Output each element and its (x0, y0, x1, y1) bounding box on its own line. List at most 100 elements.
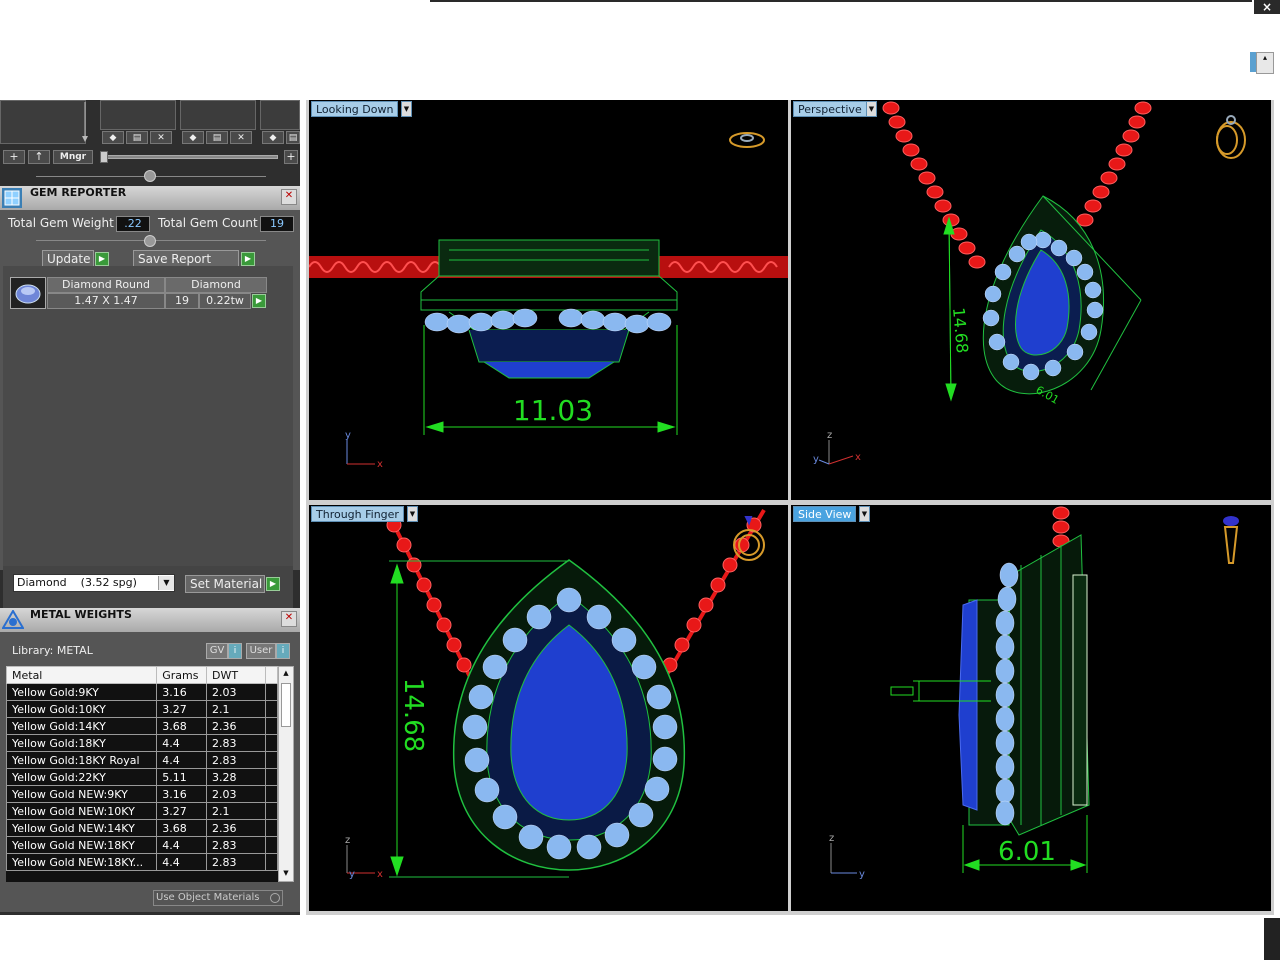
ring-preview-icon[interactable] (729, 132, 765, 148)
ring-preview-icon[interactable] (1216, 115, 1246, 159)
manager-button[interactable]: Mngr (53, 150, 93, 164)
axis-label-y: y (859, 869, 865, 880)
metal-cell: Yellow Gold:22KY (6, 768, 158, 786)
gem-list-background (3, 266, 293, 566)
slot-diamond-button[interactable]: ◆ (102, 131, 124, 144)
scroll-up-icon[interactable]: ▲ (281, 669, 291, 679)
table-row[interactable]: Yellow Gold:22KY 5.11 3.28 (6, 768, 278, 786)
splitter-handle[interactable] (144, 235, 156, 247)
viewport-tab-looking-down[interactable]: Looking Down (311, 101, 399, 117)
info-icon[interactable]: i (228, 643, 242, 659)
column-header-metal[interactable]: Metal (6, 666, 158, 684)
layer-slider-thumb[interactable] (100, 151, 108, 163)
info-icon[interactable]: i (276, 643, 290, 659)
slot-save-button[interactable]: ▤ (126, 131, 148, 144)
radio-icon[interactable] (270, 893, 280, 903)
column-header-dwt[interactable]: DWT (206, 666, 267, 684)
table-row[interactable]: Yellow Gold NEW:18KY... 4.4 2.83 (6, 853, 278, 871)
layer-slot-3[interactable] (180, 100, 256, 130)
set-material-run-icon[interactable]: ▶ (266, 577, 280, 591)
table-row[interactable]: Yellow Gold:14KY 3.68 2.36 (6, 717, 278, 735)
metal-weights-icon (1, 609, 25, 630)
metal-table-scrollbar[interactable]: ▲ ▼ (278, 666, 294, 882)
axis-label-x: x (377, 869, 383, 880)
user-toggle[interactable]: User (246, 643, 276, 659)
splitter-handle[interactable] (144, 170, 156, 182)
axis-triad: z y (829, 833, 865, 880)
table-row[interactable]: Yellow Gold NEW:18KY 4.4 2.83 (6, 836, 278, 854)
slot-save-button[interactable]: ▤ (206, 131, 228, 144)
gv-toggle[interactable]: GV (206, 643, 228, 659)
viewport-tab-perspective[interactable]: Perspective (793, 101, 867, 117)
metal-weights-title: METAL WEIGHTS (30, 608, 132, 621)
metal-cell: Yellow Gold:9KY (6, 683, 158, 701)
layer-slot-1[interactable] (0, 100, 86, 144)
viewport-side-view[interactable]: 6.01 z y Side View ▼ (791, 505, 1271, 911)
viewport-tab-through-finger[interactable]: Through Finger (311, 506, 404, 522)
update-run-icon[interactable]: ▶ (95, 252, 109, 266)
slot-save-button[interactable]: ▤ (286, 131, 300, 144)
layer-slot-2[interactable] (100, 100, 176, 130)
table-row[interactable]: Yellow Gold NEW:10KY 3.27 2.1 (6, 802, 278, 820)
chevron-down-icon[interactable]: ▼ (401, 101, 412, 117)
metal-weights-panel: Library: METAL GV i User i Metal Grams D… (0, 632, 300, 912)
table-row[interactable]: Yellow Gold NEW:14KY 3.68 2.36 (6, 819, 278, 837)
layer-slot-4[interactable] (260, 100, 300, 130)
scroll-down-icon[interactable]: ▼ (281, 869, 291, 879)
extra-cell (265, 734, 278, 752)
axis-label-y: y (349, 869, 355, 880)
dimension-label: 6.01 (998, 837, 1056, 867)
layer-slider[interactable] (100, 155, 278, 159)
material-select[interactable]: Diamond (3.52 spg) (13, 574, 175, 592)
dimension-label: 14.68 (949, 307, 972, 354)
table-row[interactable]: Yellow Gold:18KY Royal 4.4 2.83 (6, 751, 278, 769)
metal-weights-close-button[interactable]: ✕ (281, 611, 297, 627)
slider-plus-button[interactable]: + (284, 150, 298, 164)
metal-cell: Yellow Gold NEW:9KY (6, 785, 158, 803)
gem-thumbnail[interactable] (10, 277, 46, 309)
slot-diamond-button[interactable]: ◆ (262, 131, 284, 144)
library-label: Library: METAL (12, 644, 93, 657)
dwt-cell: 3.28 (206, 768, 267, 786)
gem-reporter-icon (2, 188, 22, 208)
gem-reporter-close-button[interactable]: ✕ (281, 189, 297, 205)
dwt-cell: 2.83 (206, 751, 267, 769)
gem-detail-button[interactable]: ▶ (252, 294, 266, 308)
scroll-up-button[interactable]: ▴ (1256, 52, 1274, 74)
viewport-looking-down[interactable]: 11.03 y x Looking Down ▼ (309, 100, 788, 500)
column-header-grams[interactable]: Grams (156, 666, 208, 684)
table-row[interactable]: Yellow Gold:9KY 3.16 2.03 (6, 683, 278, 701)
viewport-tab-side-view[interactable]: Side View (793, 506, 857, 522)
gem-count: 19 (165, 293, 199, 309)
slot-diamond-button[interactable]: ◆ (182, 131, 204, 144)
chevron-down-icon[interactable]: ▼ (407, 506, 418, 522)
gem-material: Diamond (165, 277, 267, 293)
chevron-down-icon[interactable]: ▼ (158, 576, 174, 590)
title-bar-line (430, 0, 1252, 2)
table-row[interactable]: Yellow Gold:10KY 3.27 2.1 (6, 700, 278, 718)
viewport-through-finger[interactable]: 14.68 z y x Through Finger ▼ (309, 505, 788, 911)
viewport-perspective[interactable]: 14.68 6.01 z y x Perspective ▼ (791, 100, 1271, 500)
axis-triad: y x (345, 430, 383, 470)
total-gem-count-value: 19 (260, 216, 294, 232)
metal-weights-table: Metal Grams DWT Yellow Gold:9KY 3.16 2.03 Y… (6, 666, 278, 871)
scrollbar-thumb[interactable] (281, 683, 291, 727)
table-row[interactable]: Yellow Gold NEW:9KY 3.16 2.03 (6, 785, 278, 803)
pendant-preview-icon[interactable] (1223, 516, 1239, 564)
window-close-button[interactable]: × (1254, 0, 1280, 14)
extra-cell (265, 785, 278, 803)
axis-label-x: x (377, 459, 383, 470)
grams-cell: 4.4 (156, 734, 208, 752)
slot-delete-button[interactable]: ✕ (230, 131, 252, 144)
gem-reporter-title: GEM REPORTER (30, 186, 127, 199)
save-report-run-icon[interactable]: ▶ (241, 252, 255, 266)
set-material-button[interactable]: Set Material (185, 575, 265, 593)
slot-scroll-arrow[interactable] (82, 102, 88, 142)
add-layer-button[interactable]: + (3, 150, 25, 164)
chevron-down-icon[interactable]: ▼ (866, 101, 877, 117)
move-up-button[interactable]: ↑ (28, 150, 50, 164)
use-object-materials-toggle[interactable]: Use Object Materials (153, 890, 283, 906)
chevron-down-icon[interactable]: ▼ (859, 506, 870, 522)
table-row[interactable]: Yellow Gold:18KY 4.4 2.83 (6, 734, 278, 752)
slot-delete-button[interactable]: ✕ (150, 131, 172, 144)
